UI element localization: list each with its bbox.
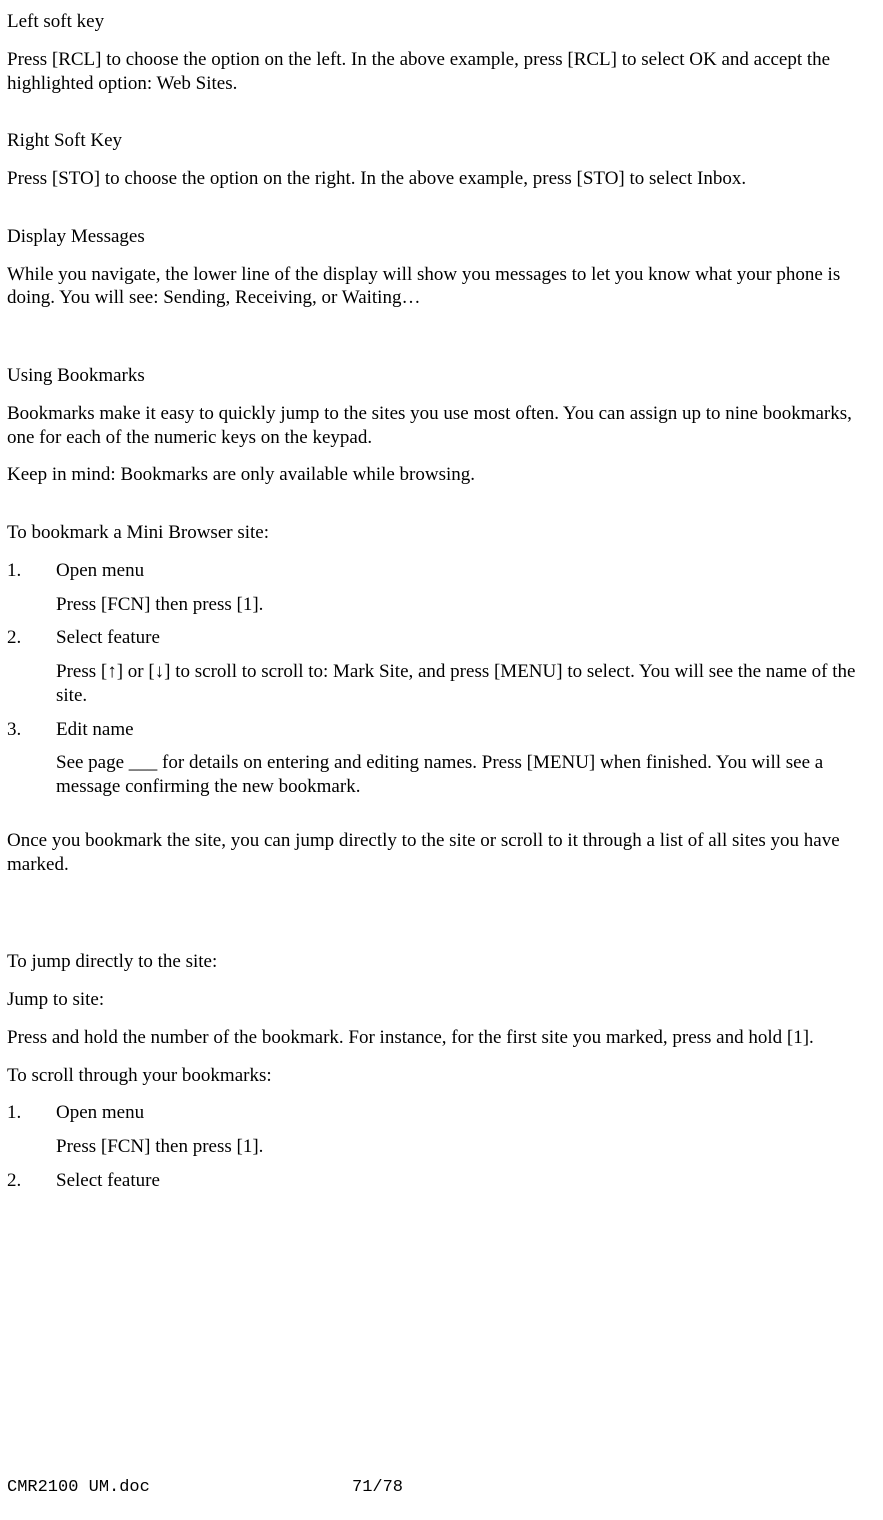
text-using-bookmarks-1: Bookmarks make it easy to quickly jump t… <box>7 402 861 450</box>
page-footer: CMR2100 UM.doc 71/78 <box>7 1477 861 1498</box>
step-number: 1. <box>7 1101 56 1159</box>
step-number: 2. <box>7 626 56 707</box>
text-left-soft-key: Press [RCL] to choose the option on the … <box>7 48 861 96</box>
subheading-jump-to-site: Jump to site: <box>7 988 861 1012</box>
heading-display-messages: Display Messages <box>7 225 861 249</box>
step-number: 1. <box>7 559 56 617</box>
steps-to-bookmark: 1. Open menu Press [FCN] then press [1].… <box>7 559 861 799</box>
heading-to-scroll: To scroll through your bookmarks: <box>7 1064 861 1088</box>
step-body: Press [↑] or [↓] to scroll to scroll to:… <box>56 660 861 708</box>
list-item: 2. Select feature Press [↑] or [↓] to sc… <box>7 626 861 707</box>
heading-using-bookmarks: Using Bookmarks <box>7 364 861 388</box>
text-right-soft-key: Press [STO] to choose the option on the … <box>7 167 861 191</box>
step-title: Select feature <box>56 626 861 650</box>
text-jump-body: Press and hold the number of the bookmar… <box>7 1026 861 1050</box>
step-body: Press [FCN] then press [1]. <box>56 593 861 617</box>
text-display-messages: While you navigate, the lower line of th… <box>7 263 861 311</box>
step-title: Edit name <box>56 718 861 742</box>
list-item: 1. Open menu Press [FCN] then press [1]. <box>7 1101 861 1159</box>
list-item: 1. Open menu Press [FCN] then press [1]. <box>7 559 861 617</box>
step-body: Press [FCN] then press [1]. <box>56 1135 861 1159</box>
heading-right-soft-key: Right Soft Key <box>7 129 861 153</box>
step-title: Open menu <box>56 1101 861 1125</box>
list-item: 2. Select feature <box>7 1169 861 1203</box>
step-title: Open menu <box>56 559 861 583</box>
heading-left-soft-key: Left soft key <box>7 10 861 34</box>
text-after-bookmark: Once you bookmark the site, you can jump… <box>7 829 861 877</box>
heading-to-bookmark: To bookmark a Mini Browser site: <box>7 521 861 545</box>
heading-to-jump: To jump directly to the site: <box>7 950 861 974</box>
step-number: 2. <box>7 1169 56 1203</box>
step-body: See page ___ for details on entering and… <box>56 751 861 799</box>
step-number: 3. <box>7 718 56 799</box>
footer-filename: CMR2100 UM.doc <box>7 1477 352 1498</box>
footer-page-number: 71/78 <box>352 1477 861 1498</box>
list-item: 3. Edit name See page ___ for details on… <box>7 718 861 799</box>
text-using-bookmarks-2: Keep in mind: Bookmarks are only availab… <box>7 463 861 487</box>
steps-to-scroll: 1. Open menu Press [FCN] then press [1].… <box>7 1101 861 1202</box>
page-content: Left soft key Press [RCL] to choose the … <box>0 0 883 1520</box>
step-title: Select feature <box>56 1169 861 1193</box>
